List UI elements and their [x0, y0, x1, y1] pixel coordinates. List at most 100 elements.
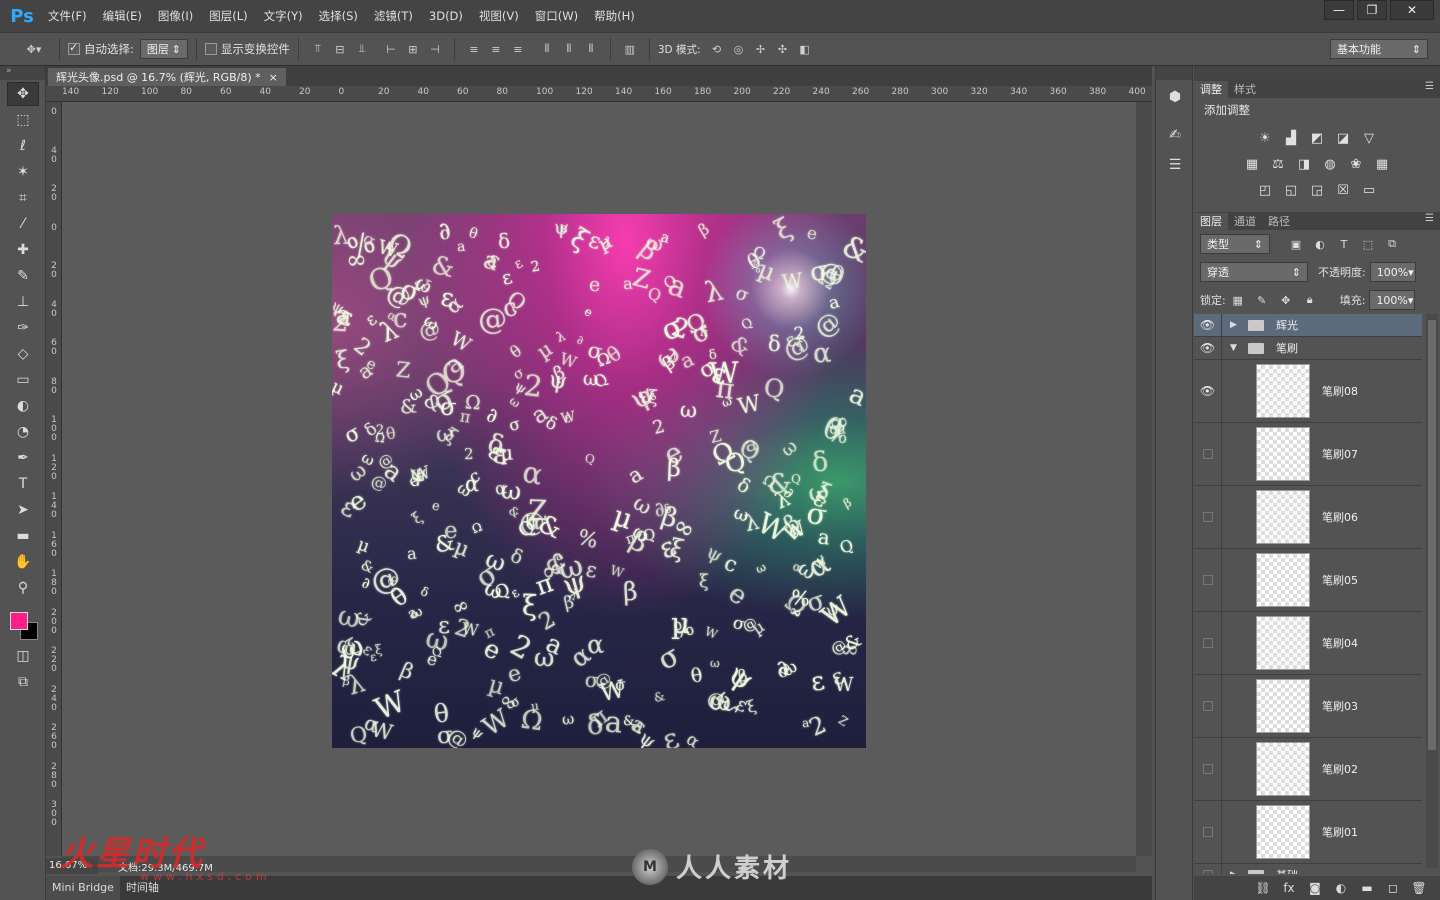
- screen-mode-icon[interactable]: ⧉: [7, 670, 39, 694]
- visibility-toggle[interactable]: [1194, 486, 1222, 548]
- align-right-icon[interactable]: ⊣: [427, 41, 443, 57]
- channel-mixer-icon[interactable]: ❀: [1346, 154, 1366, 174]
- add-mask-icon[interactable]: ◙: [1302, 881, 1328, 895]
- layer-group-row[interactable]: ▶ 基础: [1194, 864, 1422, 874]
- lookup-icon[interactable]: ▦: [1372, 154, 1392, 174]
- document-image[interactable]: a α @ e ω @ c α 2 Wµ Wψ δ π Q Wθ @ ε a π 2 Qβ ε Zω Wσ Wδ α @ µ π & ε ∞ θ…: [332, 214, 866, 748]
- gradient-map-icon[interactable]: ▭: [1359, 180, 1379, 200]
- layer-row[interactable]: 笔刷07: [1194, 423, 1422, 486]
- tab-adjustments[interactable]: 调整: [1194, 81, 1228, 98]
- brush-tool-icon[interactable]: ✎: [7, 264, 39, 288]
- menu-view[interactable]: 视图(V): [471, 8, 527, 24]
- tab-styles[interactable]: 样式: [1228, 81, 1262, 98]
- history-brush-tool-icon[interactable]: ✑: [7, 316, 39, 340]
- healing-brush-tool-icon[interactable]: ✚: [7, 238, 39, 262]
- dodge-tool-icon[interactable]: ◔: [7, 420, 39, 444]
- visibility-toggle[interactable]: [1194, 549, 1222, 611]
- exposure-icon[interactable]: ◪: [1333, 128, 1353, 148]
- vertical-scrollbar[interactable]: [1136, 102, 1152, 856]
- gradient-tool-icon[interactable]: ▭: [7, 368, 39, 392]
- collapse-handle[interactable]: »: [0, 66, 45, 80]
- balance-icon[interactable]: ⚖: [1268, 154, 1288, 174]
- collapse-handle[interactable]: [1194, 66, 1440, 80]
- layer-row[interactable]: 笔刷03: [1194, 675, 1422, 738]
- bw-icon[interactable]: ◨: [1294, 154, 1314, 174]
- expand-right-icon[interactable]: ▶: [1230, 870, 1240, 874]
- align-top-icon[interactable]: ⫪: [310, 41, 326, 57]
- 3d-scale-icon[interactable]: ◧: [797, 41, 813, 57]
- posterize-icon[interactable]: ◱: [1281, 180, 1301, 200]
- link-layers-icon[interactable]: ⛓: [1250, 881, 1276, 895]
- blur-tool-icon[interactable]: ◐: [7, 394, 39, 418]
- triangle-icon[interactable]: ▽: [1359, 128, 1379, 148]
- menu-edit[interactable]: 编辑(E): [95, 8, 150, 24]
- layer-row[interactable]: 笔刷02: [1194, 738, 1422, 801]
- auto-select-checkbox[interactable]: [68, 41, 80, 55]
- menu-select[interactable]: 选择(S): [311, 8, 366, 24]
- marquee-tool-icon[interactable]: ⬚: [7, 108, 39, 132]
- eraser-tool-icon[interactable]: ◇: [7, 342, 39, 366]
- menu-image[interactable]: 图像(I): [150, 8, 201, 24]
- hand-tool-icon[interactable]: ✋: [7, 550, 39, 574]
- auto-select-dropdown[interactable]: 图层 ⇕: [139, 39, 188, 59]
- path-selection-tool-icon[interactable]: ➤: [7, 498, 39, 522]
- menu-type[interactable]: 文字(Y): [256, 8, 311, 24]
- layer-row[interactable]: 👁︎ 笔刷08: [1194, 360, 1422, 423]
- move-tool-preset-icon[interactable]: ✥▾: [20, 41, 48, 57]
- pen-tool-icon[interactable]: ✒: [7, 446, 39, 470]
- visibility-toggle[interactable]: [1194, 423, 1222, 485]
- move-tool-icon[interactable]: ✥: [7, 82, 39, 106]
- align-vcenter-icon[interactable]: ⊟: [332, 41, 348, 57]
- menu-help[interactable]: 帮助(H): [586, 8, 643, 24]
- align-hcenter-icon[interactable]: ⊞: [405, 41, 421, 57]
- distribute-vcenter-icon[interactable]: ≡: [488, 41, 504, 57]
- brightness-icon[interactable]: ☀: [1255, 128, 1275, 148]
- auto-align-icon[interactable]: ▥: [622, 41, 638, 57]
- photo-filter-icon[interactable]: ◍: [1320, 154, 1340, 174]
- visibility-toggle[interactable]: [1194, 675, 1222, 737]
- 3d-panel-icon[interactable]: ⬢: [1160, 84, 1190, 110]
- curves-icon[interactable]: ◩: [1307, 128, 1327, 148]
- layers-scrollbar-thumb[interactable]: [1428, 320, 1436, 750]
- 3d-roll-icon[interactable]: ◎: [731, 41, 747, 57]
- layer-group-row[interactable]: 👁︎ ▶ 辉光: [1194, 314, 1422, 337]
- threshold-icon[interactable]: ◲: [1307, 180, 1327, 200]
- delete-layer-icon[interactable]: 🗑︎: [1406, 881, 1432, 895]
- magic-wand-tool-icon[interactable]: ✶: [7, 160, 39, 184]
- foreground-color-swatch[interactable]: [10, 612, 28, 630]
- invert-icon[interactable]: ◰: [1255, 180, 1275, 200]
- document-tab[interactable]: 辉光头像.psd @ 16.7% (辉光, RGB/8) * ×: [48, 68, 286, 86]
- new-group-icon[interactable]: ▬: [1354, 881, 1380, 895]
- tab-mini-bridge[interactable]: Mini Bridge: [46, 876, 120, 900]
- type-tool-icon[interactable]: T: [7, 472, 39, 496]
- rectangle-tool-icon[interactable]: ▬: [7, 524, 39, 548]
- align-bottom-icon[interactable]: ⫫: [354, 41, 370, 57]
- expand-right-icon[interactable]: ▶: [1230, 320, 1240, 330]
- collapse-handle[interactable]: [1156, 66, 1192, 80]
- expand-down-icon[interactable]: ▼: [1230, 343, 1240, 353]
- layer-group-row[interactable]: 👁︎ ▼ 笔刷: [1194, 337, 1422, 360]
- layer-row[interactable]: 笔刷04: [1194, 612, 1422, 675]
- menu-filter[interactable]: 滤镜(T): [366, 8, 421, 24]
- visibility-toggle[interactable]: [1194, 801, 1222, 863]
- brush-settings-icon[interactable]: ☰: [1160, 152, 1190, 178]
- restore-button[interactable]: ❐: [1357, 0, 1387, 20]
- layer-row[interactable]: 笔刷05: [1194, 549, 1422, 612]
- layer-row[interactable]: 笔刷01: [1194, 801, 1422, 864]
- visibility-eye-icon[interactable]: 👁︎: [1194, 337, 1222, 359]
- selective-color-icon[interactable]: ☒: [1333, 180, 1353, 200]
- distribute-right-icon[interactable]: ⦀: [583, 41, 599, 57]
- close-tab-icon[interactable]: ×: [269, 71, 278, 84]
- visibility-toggle[interactable]: [1194, 738, 1222, 800]
- canvas-area[interactable]: a α @ e ω @ c α 2 Wµ Wψ δ π Q Wθ @ ε a π 2 Qβ ε Zω Wσ Wδ α @ µ π & ε ∞ θ…: [62, 102, 1136, 856]
- layer-row[interactable]: 笔刷06: [1194, 486, 1422, 549]
- new-layer-icon[interactable]: ◻: [1380, 881, 1406, 895]
- menu-file[interactable]: 文件(F): [40, 8, 95, 24]
- minimize-button[interactable]: —: [1324, 0, 1354, 20]
- levels-icon[interactable]: ▟: [1281, 128, 1301, 148]
- distribute-left-icon[interactable]: ⦀: [539, 41, 555, 57]
- lasso-tool-icon[interactable]: ℓ: [7, 134, 39, 158]
- visibility-toggle[interactable]: [1194, 612, 1222, 674]
- workspace-dropdown[interactable]: 基本功能 ⇕: [1330, 39, 1428, 59]
- distribute-bottom-icon[interactable]: ≡: [510, 41, 526, 57]
